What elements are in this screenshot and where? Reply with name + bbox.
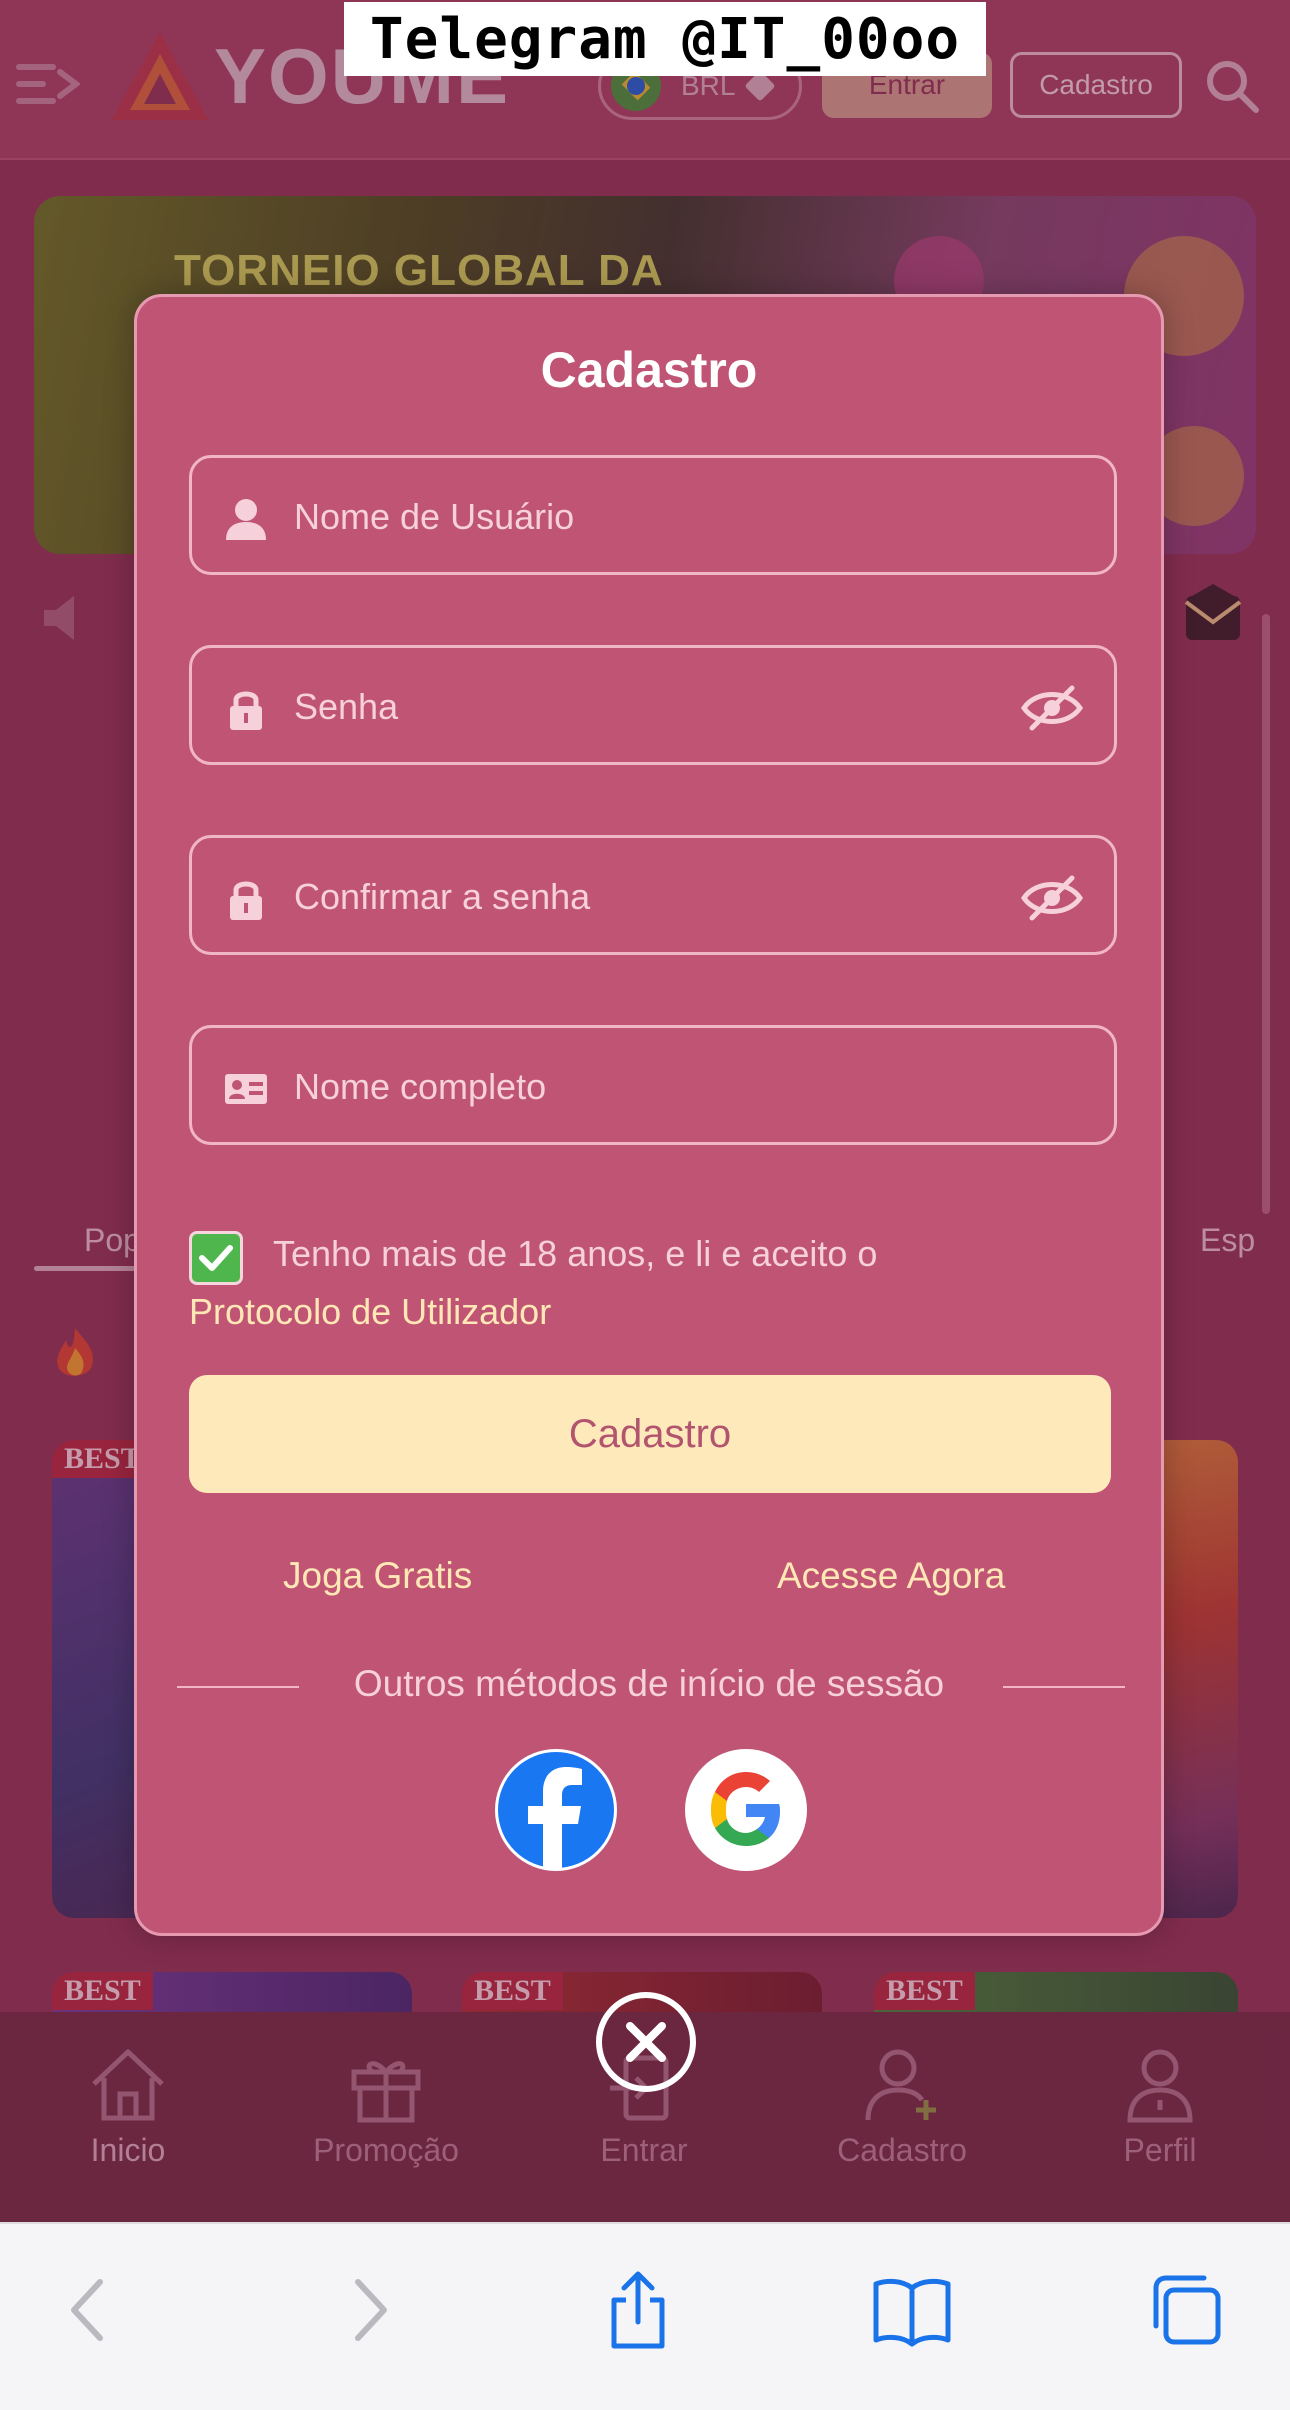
other-login-methods-label: Outros métodos de início de sessão xyxy=(353,1663,945,1704)
username-field[interactable]: Nome de Usuário xyxy=(189,455,1117,575)
back-icon[interactable] xyxy=(48,2270,132,2350)
forward-icon[interactable] xyxy=(326,2270,410,2350)
confirm-password-placeholder: Confirmar a senha xyxy=(294,876,591,917)
lock-icon xyxy=(230,881,262,920)
google-icon xyxy=(711,1772,780,1846)
app-root: YOUME BRL Entrar Cadastro TORNEIO GLOBAL… xyxy=(0,0,1290,2410)
eye-off-icon[interactable] xyxy=(1020,872,1084,924)
password-field[interactable]: Senha xyxy=(189,645,1117,765)
modal-title: Cadastro xyxy=(540,342,758,398)
fullname-placeholder: Nome completo xyxy=(294,1066,547,1107)
access-now-link[interactable]: Acesse Agora xyxy=(777,1555,1005,1597)
user-icon xyxy=(226,499,266,540)
register-modal: Cadastro Nome de Usuário Senha Confirmar… xyxy=(134,294,1164,1936)
username-placeholder: Nome de Usuário xyxy=(294,496,575,537)
facebook-icon xyxy=(528,1767,582,1868)
checkmark-icon xyxy=(199,1245,233,1271)
share-icon[interactable] xyxy=(596,2270,680,2350)
close-icon xyxy=(626,2022,666,2062)
eye-off-icon[interactable] xyxy=(1020,682,1084,734)
terms-text: Tenho mais de 18 anos, e li e aceito o xyxy=(273,1233,878,1274)
confirm-password-field[interactable]: Confirmar a senha xyxy=(189,835,1117,955)
close-modal-button[interactable] xyxy=(596,1992,696,2092)
watermark-banner: Telegram @IT_00oo xyxy=(344,2,986,76)
bookmarks-icon[interactable] xyxy=(870,2270,954,2350)
fullname-field[interactable]: Nome completo xyxy=(189,1025,1117,1145)
tabs-icon[interactable] xyxy=(1144,2270,1228,2350)
google-login-button[interactable] xyxy=(685,1749,807,1871)
age-terms-checkbox[interactable] xyxy=(189,1231,243,1285)
register-submit-button[interactable]: Cadastro xyxy=(189,1375,1111,1493)
free-play-link[interactable]: Joga Gratis xyxy=(283,1555,472,1597)
user-protocol-link[interactable]: Protocolo de Utilizador xyxy=(189,1291,551,1333)
id-card-icon xyxy=(225,1074,267,1104)
password-placeholder: Senha xyxy=(294,686,399,727)
facebook-login-button[interactable] xyxy=(495,1749,617,1871)
divider-line xyxy=(1003,1686,1125,1688)
lock-icon xyxy=(230,691,262,730)
